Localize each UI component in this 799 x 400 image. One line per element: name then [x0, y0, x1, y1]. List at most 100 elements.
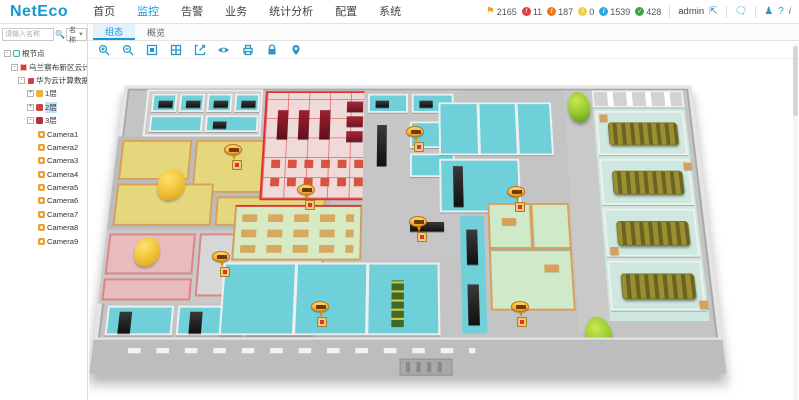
- print-icon[interactable]: [241, 43, 254, 56]
- seat-row: [270, 178, 369, 186]
- pallet: [599, 115, 607, 122]
- desk-row: [242, 214, 354, 222]
- zoom-in-icon[interactable]: [97, 43, 110, 56]
- generator: [612, 171, 685, 195]
- tree-node-camera[interactable]: Camera4: [2, 168, 87, 181]
- export-icon[interactable]: [193, 43, 206, 56]
- camera-balloon-icon: [297, 184, 315, 195]
- nav-config[interactable]: 配置: [324, 0, 368, 24]
- nav-service[interactable]: 业务: [214, 0, 258, 24]
- divider: [669, 6, 670, 18]
- camera-marker[interactable]: [406, 126, 424, 137]
- post: [406, 362, 410, 373]
- logout-icon[interactable]: ⇱: [709, 7, 717, 17]
- collapse-toggle-icon[interactable]: -: [18, 77, 25, 84]
- room: [149, 115, 203, 132]
- tree-node-camera[interactable]: Camera8: [2, 221, 87, 234]
- desk: [544, 265, 559, 272]
- nav-statistics[interactable]: 统计分析: [258, 0, 324, 24]
- camera-marker[interactable]: [224, 144, 242, 155]
- floorplan-canvas[interactable]: [89, 60, 799, 400]
- alarm-badge-total[interactable]: ⚑ 2165: [486, 7, 517, 17]
- halls-cyan: [219, 263, 441, 336]
- neteco-logo: NetEco: [0, 3, 82, 21]
- vertical-scrollbar[interactable]: [793, 44, 798, 400]
- camera-chip-icon: [220, 267, 230, 277]
- camera-icon: [38, 238, 45, 245]
- nav-alarm[interactable]: 告警: [170, 0, 214, 24]
- main-panel: 组态 概览: [89, 24, 799, 400]
- alarm-badge-cleared[interactable]: ✓ 428: [635, 7, 661, 17]
- user-icon[interactable]: ♟: [764, 7, 773, 17]
- generator-room: [599, 159, 694, 205]
- camera-chip-icon: [317, 317, 327, 327]
- tab-config-view[interactable]: 组态: [93, 24, 135, 40]
- room: [179, 94, 205, 112]
- camera-marker[interactable]: [409, 216, 427, 227]
- tab-overview[interactable]: 概览: [135, 24, 177, 40]
- locate-icon[interactable]: [289, 43, 302, 56]
- view-tabbar: 组态 概览: [89, 24, 799, 41]
- collapse-toggle-icon[interactable]: -: [11, 64, 18, 71]
- camera-marker[interactable]: [297, 184, 315, 195]
- message-icon[interactable]: 🗨︎: [735, 7, 748, 17]
- tree-node-camera[interactable]: Camera7: [2, 208, 87, 221]
- tree-node-floor1[interactable]: + 1层: [2, 87, 87, 100]
- help-icon[interactable]: ?: [778, 7, 784, 17]
- tree-node-camera[interactable]: Camera6: [2, 194, 87, 207]
- full-view-icon[interactable]: [169, 43, 182, 56]
- rack: [347, 102, 363, 112]
- tree-node-camera[interactable]: Camera1: [2, 127, 87, 140]
- fit-view-icon[interactable]: [145, 43, 158, 56]
- camera-marker[interactable]: [212, 251, 230, 262]
- nav-system[interactable]: 系统: [368, 0, 412, 24]
- pallet: [610, 247, 619, 255]
- tree-node-datacenter[interactable]: - 华为云计算数据中心: [2, 74, 87, 87]
- nav-monitor[interactable]: 监控: [126, 0, 170, 24]
- alarm-badge-major[interactable]: ! 187: [547, 7, 573, 17]
- alarm-badge-minor[interactable]: ! 0: [578, 7, 594, 17]
- expand-toggle-icon[interactable]: +: [27, 104, 34, 111]
- lock-icon[interactable]: [265, 43, 278, 56]
- tree-search-row: 🔍 名称 ▼: [0, 24, 87, 44]
- partition-wall: [491, 247, 570, 250]
- zoom-out-icon[interactable]: [121, 43, 134, 56]
- pallet: [683, 163, 692, 170]
- camera-marker[interactable]: [511, 301, 529, 312]
- room: [234, 94, 260, 112]
- alarm-bell-icon: ⚑: [486, 7, 495, 17]
- expand-toggle-icon[interactable]: +: [27, 90, 34, 97]
- tree-node-floor2[interactable]: + 2层: [2, 101, 87, 114]
- tree-node-site[interactable]: - 乌兰察布新区云计算: [2, 60, 87, 73]
- tree-node-root[interactable]: - 根节点: [2, 47, 87, 60]
- critical-alarm-icon: !: [522, 7, 531, 16]
- camera-icon: [38, 171, 45, 178]
- room: [205, 115, 259, 132]
- collapse-toggle-icon[interactable]: -: [4, 50, 11, 57]
- top-header: NetEco 首页 监控 告警 业务 统计分析 配置 系统 ⚑ 2165 ! 1…: [0, 0, 799, 24]
- tree-node-camera[interactable]: Camera2: [2, 141, 87, 154]
- username: admin: [678, 6, 704, 17]
- search-icon[interactable]: 🔍: [55, 30, 65, 39]
- alarm-badge-critical[interactable]: ! 11: [522, 7, 542, 17]
- rack: [377, 125, 387, 166]
- eye-icon[interactable]: [217, 43, 230, 56]
- camera-icon: [38, 184, 45, 191]
- device-tree-sidebar: 🔍 名称 ▼ - 根节点 - 乌兰察布新区云计算 - 华为云计算数据中心: [0, 24, 88, 400]
- generator-room: [603, 209, 700, 257]
- tree-node-floor3[interactable]: - 3层: [2, 114, 87, 127]
- search-type-dropdown[interactable]: 名称 ▼: [66, 28, 87, 41]
- scrollbar-thumb[interactable]: [793, 46, 798, 116]
- tree-node-camera[interactable]: Camera3: [2, 154, 87, 167]
- camera-chip-icon: [414, 142, 424, 152]
- tree-node-camera[interactable]: Camera5: [2, 181, 87, 194]
- camera-marker[interactable]: [311, 301, 329, 312]
- alarm-badge-warning[interactable]: i 1539: [599, 7, 630, 17]
- info-icon[interactable]: i: [789, 7, 791, 17]
- collapse-toggle-icon[interactable]: -: [27, 117, 34, 124]
- tree-node-camera[interactable]: Camera9: [2, 234, 87, 247]
- room: [151, 94, 178, 112]
- search-input[interactable]: [2, 28, 54, 41]
- nav-home[interactable]: 首页: [82, 0, 126, 24]
- camera-marker[interactable]: [507, 186, 525, 197]
